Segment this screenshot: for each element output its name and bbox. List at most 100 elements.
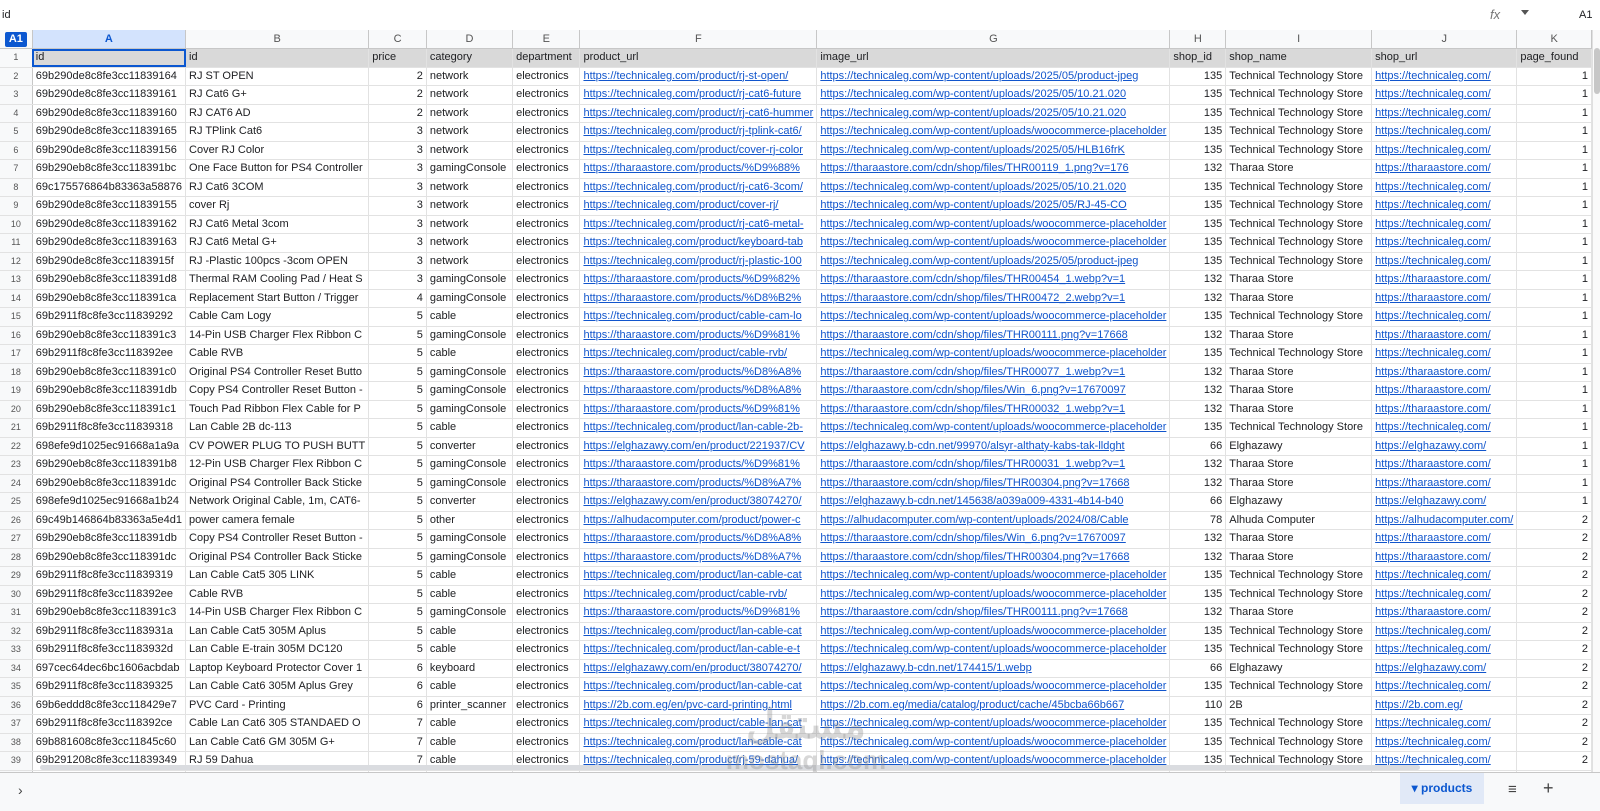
cell[interactable]: 1 — [1516, 400, 1592, 419]
cell[interactable]: cable — [426, 307, 514, 327]
cell[interactable]: 5 — [368, 511, 427, 530]
cell[interactable]: electronics — [512, 104, 581, 123]
cell[interactable]: https://technicaleg.com/wp-content/uploa… — [816, 178, 1171, 197]
cell[interactable]: 3 — [368, 122, 427, 142]
cell[interactable]: 4 — [368, 289, 427, 308]
cell[interactable]: PVC Card - Printing — [185, 696, 370, 715]
cell[interactable]: 69b290eb8c8fe3cc118391b8 — [32, 455, 187, 475]
cell[interactable]: gamingConsole — [426, 455, 514, 475]
cell[interactable]: Tharaa Store — [1225, 363, 1373, 382]
cell[interactable]: 132 — [1169, 326, 1227, 345]
cell[interactable]: electronics — [512, 566, 581, 586]
cell[interactable]: 132 — [1169, 603, 1227, 623]
cell[interactable]: 135 — [1169, 307, 1227, 327]
cell[interactable]: 135 — [1169, 566, 1227, 586]
cell[interactable]: https://technicaleg.com/ — [1371, 85, 1518, 105]
cell[interactable]: 2 — [1516, 511, 1592, 530]
cell[interactable]: https://technicaleg.com/product/rj-plast… — [579, 252, 818, 271]
header-cell[interactable]: image_url — [816, 48, 1171, 68]
cell[interactable]: Network Original Cable, 1m, CAT6- — [185, 492, 370, 512]
row-number[interactable]: 34 — [0, 659, 33, 678]
cell[interactable]: 135 — [1169, 104, 1227, 123]
cell[interactable]: Technical Technology Store — [1225, 196, 1373, 216]
cell[interactable]: 69b6eddd8c8fe3cc118429e7 — [32, 696, 187, 715]
cell[interactable]: 1 — [1516, 326, 1592, 345]
row-number[interactable]: 25 — [0, 492, 33, 512]
cell[interactable]: https://tharaastore.com/ — [1371, 326, 1518, 345]
cell[interactable]: 1 — [1516, 492, 1592, 512]
cell[interactable]: 69b2911f8c8fe3cc11839318 — [32, 418, 187, 438]
cell[interactable]: 2 — [1516, 603, 1592, 623]
cell[interactable]: https://tharaastore.com/products/%D8%A8% — [579, 381, 818, 401]
cell[interactable]: network — [426, 85, 514, 105]
cell[interactable]: https://tharaastore.com/products/%D8%A7% — [579, 474, 818, 493]
cell[interactable]: RJ Cat6 Metal 3com — [185, 215, 370, 234]
cell[interactable]: https://technicaleg.com/ — [1371, 122, 1518, 142]
cell[interactable]: Technical Technology Store — [1225, 122, 1373, 142]
chevron-right-icon[interactable]: › — [18, 782, 23, 798]
cell[interactable]: 66 — [1169, 437, 1227, 456]
cell[interactable]: Technical Technology Store — [1225, 104, 1373, 123]
cell[interactable]: electronics — [512, 122, 581, 142]
cell[interactable]: Tharaa Store — [1225, 289, 1373, 308]
cell[interactable]: RJ -Plastic 100pcs -3com OPEN — [185, 252, 370, 271]
cell[interactable]: power camera female — [185, 511, 370, 530]
cell[interactable]: 69b290de8c8fe3cc1183915f — [32, 252, 187, 271]
cell[interactable]: 69b290de8c8fe3cc11839165 — [32, 122, 187, 142]
cell[interactable]: 135 — [1169, 141, 1227, 160]
cell[interactable]: 135 — [1169, 344, 1227, 364]
cell[interactable]: https://technicaleg.com/product/rj-st-op… — [579, 67, 818, 86]
cell[interactable]: 132 — [1169, 363, 1227, 382]
cell[interactable]: 1 — [1516, 215, 1592, 234]
cell[interactable]: Copy PS4 Controller Reset Button - — [185, 381, 370, 401]
cell[interactable]: gamingConsole — [426, 270, 514, 290]
cell[interactable]: 69b290de8c8fe3cc11839164 — [32, 67, 187, 86]
cell[interactable]: electronics — [512, 585, 581, 604]
cell[interactable]: 698efe9d1025ec91668a1b24 — [32, 492, 187, 512]
header-cell[interactable]: id — [32, 48, 187, 68]
cell[interactable]: electronics — [512, 196, 581, 216]
cell[interactable]: 3 — [368, 233, 427, 253]
cell[interactable]: Original PS4 Controller Back Sticke — [185, 548, 370, 567]
cell[interactable]: network — [426, 215, 514, 234]
cell[interactable]: Technical Technology Store — [1225, 733, 1373, 752]
cell[interactable]: electronics — [512, 677, 581, 697]
cell[interactable]: 69b290eb8c8fe3cc118391dc — [32, 548, 187, 567]
cell[interactable]: https://tharaastore.com/cdn/shop/files/T… — [816, 474, 1171, 493]
cell[interactable]: https://technicaleg.com/product/lan-cabl… — [579, 677, 818, 697]
cell[interactable]: https://alhudacomputer.com/product/power… — [579, 511, 818, 530]
row-number[interactable]: 11 — [0, 233, 33, 253]
cell[interactable]: https://tharaastore.com/ — [1371, 289, 1518, 308]
cell[interactable]: https://tharaastore.com/products/%D8%A8% — [579, 529, 818, 549]
row-number[interactable]: 1 — [0, 48, 33, 68]
cell[interactable]: 135 — [1169, 733, 1227, 752]
cell[interactable]: electronics — [512, 233, 581, 253]
cell[interactable]: One Face Button for PS4 Controller — [185, 159, 370, 179]
cell[interactable]: Technical Technology Store — [1225, 677, 1373, 697]
row-number[interactable]: 17 — [0, 344, 33, 364]
cell[interactable]: https://tharaastore.com/cdn/shop/files/T… — [816, 270, 1171, 290]
cell[interactable]: gamingConsole — [426, 381, 514, 401]
cell[interactable]: https://technicaleg.com/product/cable-rv… — [579, 585, 818, 604]
row-number[interactable]: 29 — [0, 566, 33, 586]
cell[interactable]: 5 — [368, 640, 427, 660]
cell[interactable]: gamingConsole — [426, 529, 514, 549]
row-number[interactable]: 18 — [0, 363, 33, 382]
cell[interactable]: gamingConsole — [426, 548, 514, 567]
cell[interactable]: 1 — [1516, 104, 1592, 123]
header-cell[interactable]: product_url — [579, 48, 818, 68]
cell[interactable]: https://technicaleg.com/wp-content/uploa… — [816, 640, 1171, 660]
cell[interactable]: https://2b.com.eg/en/pvc-card-printing.h… — [579, 696, 818, 715]
cell[interactable]: https://technicaleg.com/wp-content/uploa… — [816, 307, 1171, 327]
cell[interactable]: https://tharaastore.com/products/%D9%81% — [579, 326, 818, 345]
cell[interactable]: 69b290eb8c8fe3cc118391c1 — [32, 400, 187, 419]
row-number[interactable]: 14 — [0, 289, 33, 308]
cell[interactable]: Tharaa Store — [1225, 270, 1373, 290]
cell[interactable]: 69b2911f8c8fe3cc11839325 — [32, 677, 187, 697]
cell[interactable]: https://tharaastore.com/ — [1371, 363, 1518, 382]
cell[interactable]: 69b290de8c8fe3cc11839156 — [32, 141, 187, 160]
cell[interactable]: electronics — [512, 363, 581, 382]
cell[interactable]: electronics — [512, 159, 581, 179]
cell[interactable]: 78 — [1169, 511, 1227, 530]
cell[interactable]: https://technicaleg.com/product/rj-cat6-… — [579, 85, 818, 105]
